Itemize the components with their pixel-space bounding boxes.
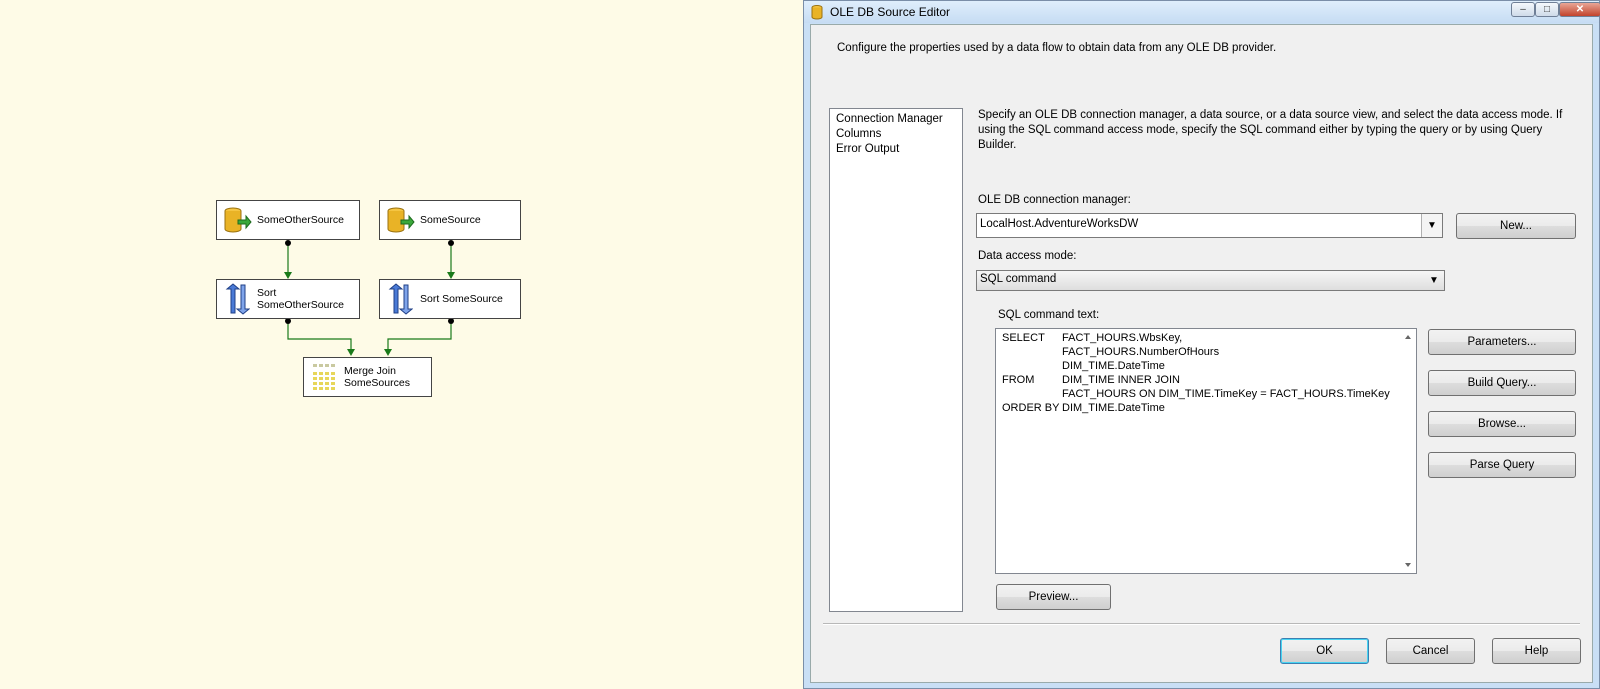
node-sort-someothersource[interactable]: Sort SomeOtherSource [216, 279, 360, 319]
data-access-mode-label: Data access mode: [978, 250, 1077, 262]
sql-line: FROM DIM_TIME INNER JOIN [1002, 374, 1180, 386]
title-bar[interactable]: OLE DB Source Editor [804, 1, 1599, 23]
connector-sort-merge-left [287, 322, 352, 354]
sql-line: FACT_HOURS.NumberOfHours [1062, 346, 1220, 358]
node-somesource[interactable]: SomeSource [379, 200, 521, 240]
parameters-button[interactable]: Parameters... [1428, 329, 1576, 355]
browse-button[interactable]: Browse... [1428, 411, 1576, 437]
ok-button[interactable]: OK [1280, 638, 1369, 664]
sort-icon [380, 280, 420, 318]
node-label: Sort SomeSource [420, 293, 503, 305]
sql-command-label: SQL command text: [998, 309, 1100, 321]
sql-line: ORDER BY DIM_TIME.DateTime [1002, 402, 1165, 414]
description-text: Specify an OLE DB connection manager, a … [978, 109, 1563, 151]
data-access-mode-value: SQL command [980, 273, 1057, 285]
data-flow-canvas: SomeOtherSource SomeSource Sort SomeOthe… [0, 0, 803, 689]
node-label: Sort SomeOtherSource [257, 287, 344, 311]
nav-item-columns[interactable]: Columns [836, 127, 956, 142]
connectors [284, 240, 455, 356]
chevron-down-icon[interactable]: ▼ [1424, 271, 1444, 290]
maximize-button[interactable]: □ [1535, 2, 1559, 17]
merge-join-icon [304, 358, 344, 396]
page-navigation-list: Connection Manager Columns Error Output [829, 108, 963, 612]
footer-separator [823, 623, 1580, 625]
node-label: Merge Join SomeSources [344, 365, 410, 389]
node-sort-somesource[interactable]: Sort SomeSource [379, 279, 521, 319]
node-label: SomeSource [420, 214, 481, 226]
dialog-header-text: Configure the properties used by a data … [837, 42, 1277, 54]
sql-line: FACT_HOURS ON DIM_TIME.TimeKey = FACT_HO… [1062, 388, 1390, 400]
build-query-button[interactable]: Build Query... [1428, 370, 1576, 396]
help-button[interactable]: Help [1492, 638, 1581, 664]
sort-icon [217, 280, 257, 318]
data-access-mode-select[interactable]: SQL command ▼ [976, 270, 1445, 291]
node-merge-join[interactable]: Merge Join SomeSources [303, 357, 432, 397]
new-connection-button[interactable]: New... [1456, 213, 1576, 239]
database-source-icon [217, 201, 257, 239]
node-someothersource[interactable]: SomeOtherSource [216, 200, 360, 240]
window-title: OLE DB Source Editor [830, 5, 951, 19]
preview-button[interactable]: Preview... [996, 584, 1111, 610]
sql-line: SELECT FACT_HOURS.WbsKey, [1002, 332, 1183, 344]
minimize-button[interactable]: – [1511, 2, 1535, 17]
close-button[interactable]: ✕ [1559, 2, 1600, 17]
vertical-scrollbar[interactable] [1400, 329, 1416, 573]
connection-manager-label: OLE DB connection manager: [978, 194, 1131, 206]
nav-item-error-output[interactable]: Error Output [836, 142, 956, 157]
chevron-down-icon[interactable]: ▼ [1421, 214, 1442, 237]
sql-line: DIM_TIME.DateTime [1062, 360, 1165, 372]
connection-manager-select[interactable]: LocalHost.AdventureWorksDW ▼ [976, 213, 1443, 238]
parse-query-button[interactable]: Parse Query [1428, 452, 1576, 478]
cancel-button[interactable]: Cancel [1386, 638, 1475, 664]
sql-command-textarea[interactable]: SELECT FACT_HOURS.WbsKey, FACT_HOURS.Numb… [995, 328, 1417, 574]
nav-item-connection-manager[interactable]: Connection Manager [836, 112, 956, 127]
connection-manager-value: LocalHost.AdventureWorksDW [980, 218, 1139, 230]
connector-sort-merge-right [387, 322, 452, 354]
node-label: SomeOtherSource [257, 214, 344, 226]
database-source-icon [811, 5, 823, 20]
database-source-icon [380, 201, 420, 239]
